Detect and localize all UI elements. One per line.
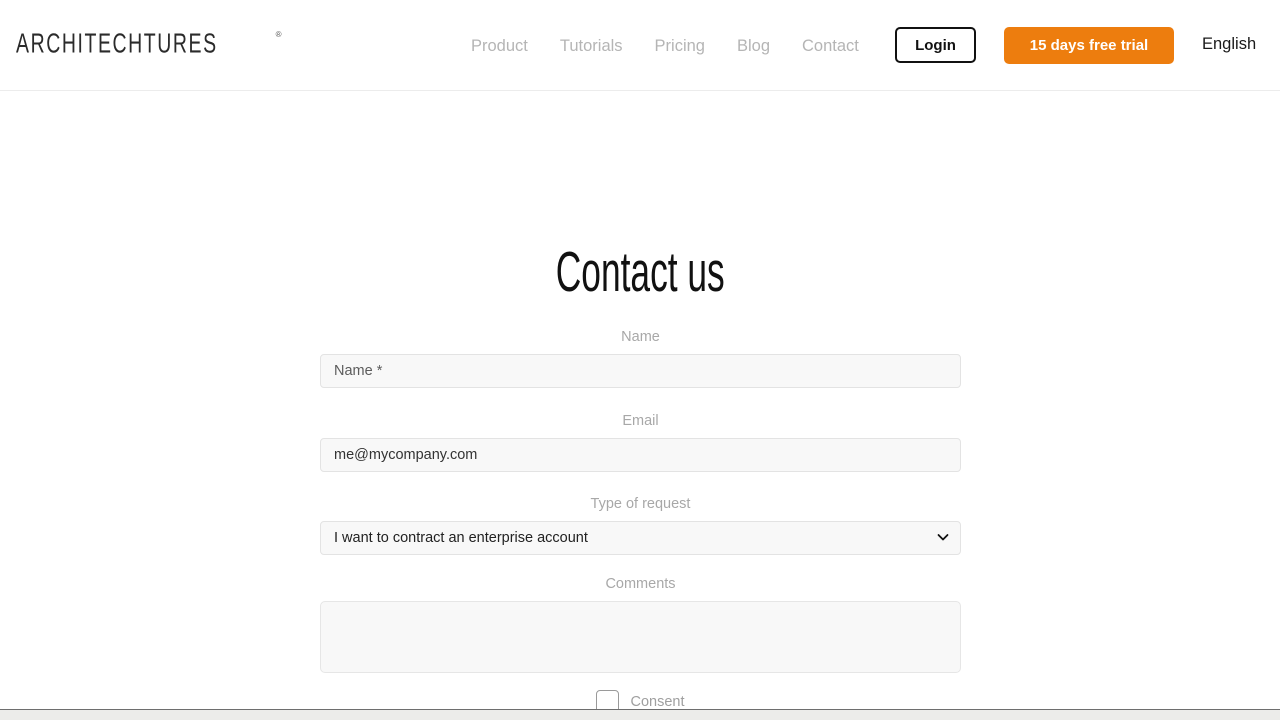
- main-content: Contact us Name Email Type of request I …: [0, 91, 1280, 713]
- email-label: Email: [622, 413, 659, 429]
- comments-label: Comments: [605, 576, 676, 592]
- email-input[interactable]: [320, 438, 961, 472]
- type-of-request-label: Type of request: [590, 496, 691, 512]
- name-input[interactable]: [320, 354, 961, 388]
- brand-logo[interactable]: ARCHITECHTURES ®: [16, 27, 282, 60]
- field-group-comments: Comments: [320, 574, 961, 673]
- login-button[interactable]: Login: [895, 27, 976, 63]
- contact-form: Name Email Type of request I want to con…: [320, 327, 961, 720]
- page-title: Contact us: [0, 239, 1280, 305]
- site-header: ARCHITECHTURES ® Product Tutorials Prici…: [0, 0, 1280, 91]
- nav-item-blog[interactable]: Blog: [721, 33, 786, 59]
- page-title-text: Contact us: [555, 240, 725, 304]
- field-group-name: Name: [320, 327, 961, 388]
- field-group-email: Email: [320, 411, 961, 472]
- registered-trademark-icon: ®: [275, 30, 282, 39]
- field-group-type-of-request: Type of request I want to contract an en…: [320, 494, 961, 555]
- language-selector[interactable]: English: [1202, 35, 1256, 54]
- nav-item-tutorials[interactable]: Tutorials: [544, 33, 639, 59]
- name-label: Name: [621, 329, 660, 345]
- brand-wordmark: ARCHITECHTURES: [16, 27, 218, 60]
- site-footer-divider: [0, 709, 1280, 720]
- type-of-request-select[interactable]: I want to contract an enterprise account: [320, 521, 961, 555]
- nav-item-product[interactable]: Product: [455, 33, 544, 59]
- type-of-request-select-wrapper: I want to contract an enterprise account: [320, 521, 961, 555]
- nav-item-pricing[interactable]: Pricing: [639, 33, 721, 59]
- free-trial-button[interactable]: 15 days free trial: [1004, 27, 1174, 64]
- comments-textarea[interactable]: [320, 601, 961, 673]
- nav-item-contact[interactable]: Contact: [786, 33, 875, 59]
- main-navigation: Product Tutorials Pricing Blog Contact: [455, 33, 875, 59]
